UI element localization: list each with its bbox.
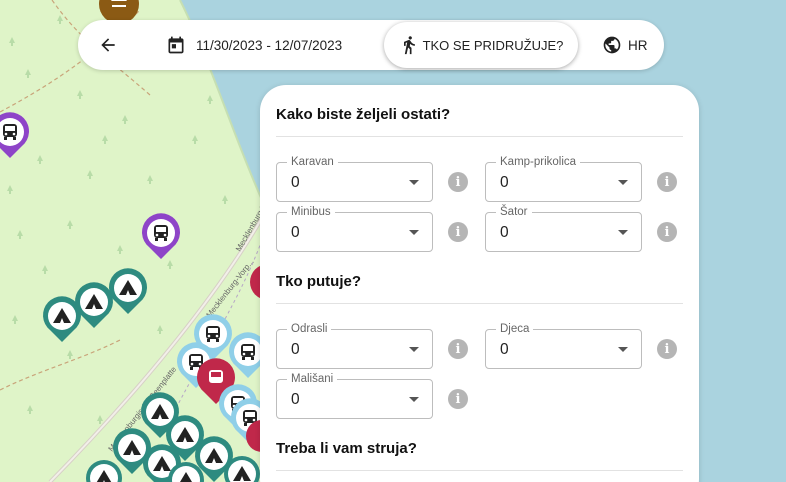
date-range-text: 11/30/2023 - 12/07/2023 [196,37,343,53]
kamp-prikolica-select[interactable]: Kamp-prikolica 0 [485,155,642,202]
stay-section-title: Kako biste željeli ostati? [276,106,451,123]
info-icon[interactable]: i [657,172,677,192]
info-icon[interactable]: i [448,172,468,192]
calendar-icon [168,36,184,54]
globe-icon [603,36,621,54]
dropdown-arrow-icon [618,180,628,185]
divider [276,136,683,137]
language-label: HR [628,37,648,53]
djeca-select[interactable]: Djeca 0 [485,322,642,369]
field-label: Minibus [287,205,335,219]
field-value: 0 [500,224,509,241]
info-icon[interactable]: i [657,339,677,359]
malisani-select[interactable]: Mališani 0 [276,372,433,419]
travel-section-title: Tko putuje? [276,273,361,290]
arrow-left-icon [101,38,115,52]
info-icon[interactable]: i [657,222,677,242]
divider [276,470,683,471]
back-button[interactable] [92,29,124,61]
person-walking-icon [403,36,415,55]
info-icon[interactable]: i [448,339,468,359]
dropdown-arrow-icon [618,230,628,235]
divider [276,303,683,304]
field-label: Šator [496,205,532,219]
dropdown-arrow-icon [409,180,419,185]
field-label: Kamp-prikolica [496,155,581,169]
dropdown-arrow-icon [409,230,419,235]
sator-select[interactable]: Šator 0 [485,205,642,252]
field-label: Djeca [496,322,534,336]
field-label: Karavan [287,155,338,169]
odrasli-select[interactable]: Odrasli 0 [276,322,433,369]
guests-label: TKO SE PRIDRUŽUJE? [422,37,564,53]
field-value: 0 [500,341,509,358]
dropdown-arrow-icon [409,397,419,402]
guests-button[interactable]: TKO SE PRIDRUŽUJE? [384,22,578,68]
karavan-select[interactable]: Karavan 0 [276,155,433,202]
dropdown-arrow-icon [618,347,628,352]
field-value: 0 [291,391,300,408]
dropdown-arrow-icon [409,347,419,352]
date-range-button[interactable]: 11/30/2023 - 12/07/2023 [166,20,342,70]
field-value: 0 [500,174,509,191]
field-value: 0 [291,174,300,191]
field-value: 0 [291,224,300,241]
minibus-select[interactable]: Minibus 0 [276,205,433,252]
field-value: 0 [291,341,300,358]
power-section-title: Treba li vam struja? [276,440,417,457]
search-bar: 11/30/2023 - 12/07/2023 TKO SE PRIDRUŽUJ… [78,20,664,70]
field-label: Odrasli [287,322,332,336]
booking-filter-panel: Kako biste željeli ostati? Karavan 0 i K… [260,85,699,482]
field-label: Mališani [287,372,338,386]
info-icon[interactable]: i [448,389,468,409]
language-button[interactable]: HR [602,20,648,70]
info-icon[interactable]: i [448,222,468,242]
